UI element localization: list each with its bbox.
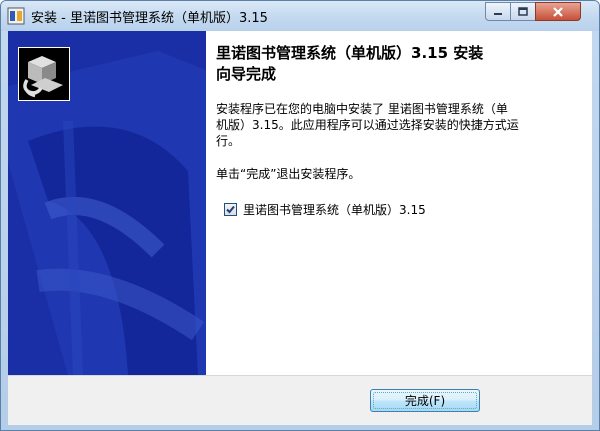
wizard-client-area: 里诺图书管理系统（单机版）3.15 安装 向导完成 安装程序已在您的电脑中安装了… [8,31,592,425]
wizard-footer: 完成(F) [8,375,592,425]
maximize-icon [518,7,528,16]
launch-app-checkbox-label[interactable]: 里诺图书管理系统（单机版）3.15 [243,201,426,218]
message-line-1: 安装程序已在您的电脑中安装了 里诺图书管理系统（单 [216,102,508,116]
exit-instruction: 单击“完成”退出安装程序。 [216,167,361,181]
minimize-icon [494,12,502,15]
title-bar[interactable]: 安装 - 里诺图书管理系统（单机版）3.15 [1,1,599,31]
wizard-content: 里诺图书管理系统（单机版）3.15 安装 向导完成 安装程序已在您的电脑中安装了… [216,43,588,182]
maximize-button[interactable] [510,2,536,21]
launch-app-checkbox-row[interactable]: 里诺图书管理系统（单机版）3.15 [224,201,426,218]
finish-button-label: 完成(F) [404,394,446,408]
check-icon [226,205,235,214]
installer-window: 安装 - 里诺图书管理系统（单机版）3.15 里诺图书管理系统（单机版）3.15… [0,0,600,431]
installer-app-icon [7,7,25,25]
message-line-3: 行。 [216,134,241,148]
minimize-button[interactable] [485,2,511,21]
heading-line-1: 里诺图书管理系统（单机版）3.15 安装 [216,44,484,62]
window-title: 安装 - 里诺图书管理系统（单机版）3.15 [31,11,268,26]
setup-computer-icon [18,47,70,101]
install-complete-message: 安装程序已在您的电脑中安装了 里诺图书管理系统（单 机版）3.15。此应用程序可… [216,101,588,149]
finish-button[interactable]: 完成(F) [370,389,480,412]
wizard-side-banner [8,31,206,375]
launch-app-checkbox[interactable] [224,203,237,216]
close-icon [553,6,563,17]
wizard-heading: 里诺图书管理系统（单机版）3.15 安装 向导完成 [216,43,588,85]
close-button[interactable] [535,2,581,21]
message-line-2: 机版）3.15。此应用程序可以通过选择安装的快捷方式运 [216,118,519,132]
heading-line-2: 向导完成 [216,65,277,83]
